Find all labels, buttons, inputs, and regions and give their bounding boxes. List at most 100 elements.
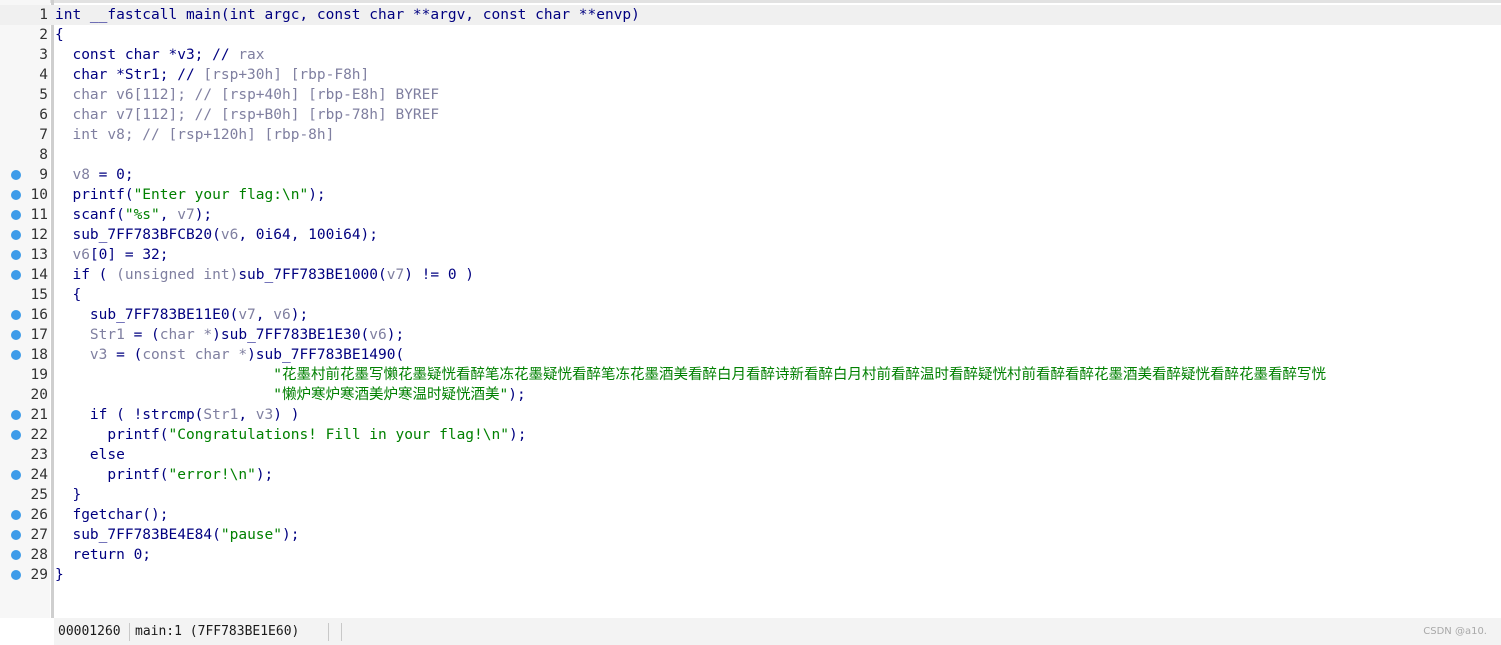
variable-token: char v7[112]; //	[55, 107, 221, 123]
string-literal: "懒炉寒炉寒酒美炉寒温时疑恍酒美"	[273, 387, 509, 403]
status-bar: 00001260 main:1 (7FF783BE1E60) CSDN @a10…	[54, 618, 1501, 645]
code-line[interactable]: 9 v8 = 0;	[0, 165, 1501, 185]
code-token: );	[255, 467, 274, 483]
line-number: 25	[30, 487, 48, 503]
status-separator	[328, 623, 329, 641]
code-line[interactable]: 15 {	[0, 285, 1501, 305]
variable-token: [rsp+40h] [rbp-E8h] BYREF	[220, 87, 440, 103]
line-number: 9	[39, 167, 48, 183]
code-line[interactable]: 16 sub_7FF783BE11E0(v7, v6);	[0, 305, 1501, 325]
code-line[interactable]: 7 int v8; // [rsp+120h] [rbp-8h]	[0, 125, 1501, 145]
variable-token: v7	[177, 207, 195, 223]
code-text: }	[55, 485, 81, 505]
line-number: 5	[39, 87, 48, 103]
code-token: }	[55, 487, 82, 503]
code-line[interactable]: 18 v3 = (const char *)sub_7FF783BE1490(	[0, 345, 1501, 365]
line-number: 20	[30, 387, 48, 403]
line-number: 21	[30, 407, 48, 423]
code-token: )sub_7FF783BE1E30(	[212, 327, 370, 343]
code-line[interactable]: 3 const char *v3; // rax	[0, 45, 1501, 65]
breakpoint-dot-icon[interactable]	[11, 310, 21, 320]
code-token: sub_7FF783BE1000(	[238, 267, 387, 283]
code-line[interactable]: 2{	[0, 25, 1501, 45]
code-text: fgetchar();	[55, 505, 169, 525]
code-token: else	[55, 447, 125, 463]
status-location: main:1 (7FF783BE1E60)	[135, 624, 300, 639]
breakpoint-dot-icon[interactable]	[11, 410, 21, 420]
code-line[interactable]: 11 scanf("%s", v7);	[0, 205, 1501, 225]
code-line[interactable]: 12 sub_7FF783BFCB20(v6, 0i64, 100i64);	[0, 225, 1501, 245]
string-literal: "pause"	[220, 527, 282, 543]
code-line[interactable]: 23 else	[0, 445, 1501, 465]
breakpoint-dot-icon[interactable]	[11, 530, 21, 540]
code-line[interactable]: 21 if ( !strcmp(Str1, v3) )	[0, 405, 1501, 425]
code-line[interactable]: 4 char *Str1; // [rsp+30h] [rbp-F8h]	[0, 65, 1501, 85]
pseudocode-view[interactable]: 1 int __fastcall main(int argc, const cha…	[0, 0, 1501, 618]
code-token: printf(	[55, 467, 169, 483]
line-number: 16	[30, 307, 48, 323]
breakpoint-dot-icon[interactable]	[11, 170, 21, 180]
breakpoint-dot-icon[interactable]	[11, 330, 21, 340]
line-number: 26	[30, 507, 48, 523]
breakpoint-dot-icon[interactable]	[11, 430, 21, 440]
code-text: scanf("%s", v7);	[55, 205, 212, 225]
code-token: );	[508, 427, 527, 443]
breakpoint-dot-icon[interactable]	[11, 270, 21, 280]
code-line[interactable]: 25 }	[0, 485, 1501, 505]
code-token: printf(	[55, 427, 169, 443]
code-token: const char *v3; //	[55, 47, 239, 63]
code-line[interactable]: 22 printf("Congratulations! Fill in your…	[0, 425, 1501, 445]
code-text: int __fastcall main(int argc, const char…	[55, 5, 640, 25]
code-line[interactable]: 26 fgetchar();	[0, 505, 1501, 525]
code-token: sub_7FF783BE4E84(	[55, 527, 221, 543]
code-line[interactable]: 6 char v7[112]; // [rsp+B0h] [rbp-78h] B…	[0, 105, 1501, 125]
breakpoint-dot-icon[interactable]	[11, 470, 21, 480]
breakpoint-dot-icon[interactable]	[11, 210, 21, 220]
code-line[interactable]: 28 return 0;	[0, 545, 1501, 565]
line-number: 22	[30, 427, 48, 443]
code-line[interactable]: 1 int __fastcall main(int argc, const cha…	[0, 5, 1501, 25]
code-text: "花墨村前花墨写懒花墨疑恍看醉笔冻花墨疑恍看醉笔冻花墨酒美看醉白月看醉诗新看醉白…	[55, 365, 1326, 385]
variable-token: rax	[238, 47, 265, 63]
code-line[interactable]: 20 "懒炉寒炉寒酒美炉寒温时疑恍酒美");	[0, 385, 1501, 405]
status-address: 00001260	[58, 624, 121, 639]
code-token: sub_7FF783BFCB20(	[55, 227, 221, 243]
code-token: if (	[55, 267, 117, 283]
code-line[interactable]: 17 Str1 = (char *)sub_7FF783BE1E30(v6);	[0, 325, 1501, 345]
code-token: printf(	[55, 187, 134, 203]
code-token: );	[386, 327, 405, 343]
variable-token: [rsp+120h] [rbp-8h]	[168, 127, 335, 143]
code-text: if ( (unsigned int)sub_7FF783BE1000(v7) …	[55, 265, 474, 285]
code-line[interactable]: 27 sub_7FF783BE4E84("pause");	[0, 525, 1501, 545]
variable-token: v8	[72, 167, 90, 183]
code-text: char *Str1; // [rsp+30h] [rbp-F8h]	[55, 65, 369, 85]
code-token: ,	[159, 207, 178, 223]
code-text: const char *v3; // rax	[55, 45, 265, 65]
breakpoint-dot-icon[interactable]	[11, 350, 21, 360]
line-number: 19	[30, 367, 48, 383]
variable-token: Str1	[55, 327, 125, 343]
breakpoint-dot-icon[interactable]	[11, 510, 21, 520]
code-line[interactable]: 29}	[0, 565, 1501, 585]
code-token: );	[290, 307, 309, 323]
variable-token: char *	[159, 327, 213, 343]
code-line[interactable]: 14 if ( (unsigned int)sub_7FF783BE1000(v…	[0, 265, 1501, 285]
code-line[interactable]: 5 char v6[112]; // [rsp+40h] [rbp-E8h] B…	[0, 85, 1501, 105]
code-token: {	[55, 287, 82, 303]
code-token: );	[281, 527, 300, 543]
code-line[interactable]: 8	[0, 145, 1501, 165]
breakpoint-dot-icon[interactable]	[11, 230, 21, 240]
breakpoint-dot-icon[interactable]	[11, 190, 21, 200]
code-line[interactable]: 10 printf("Enter your flag:\n");	[0, 185, 1501, 205]
code-token: fgetchar();	[55, 507, 169, 523]
line-number: 4	[39, 67, 48, 83]
breakpoint-dot-icon[interactable]	[11, 570, 21, 580]
code-line[interactable]: 19 "花墨村前花墨写懒花墨疑恍看醉笔冻花墨疑恍看醉笔冻花墨酒美看醉白月看醉诗新…	[0, 365, 1501, 385]
code-line[interactable]: 24 printf("error!\n");	[0, 465, 1501, 485]
breakpoint-dot-icon[interactable]	[11, 250, 21, 260]
breakpoint-dot-icon[interactable]	[11, 550, 21, 560]
code-text: sub_7FF783BE11E0(v7, v6);	[55, 305, 308, 325]
code-text: }	[55, 565, 64, 585]
code-line[interactable]: 13 v6[0] = 32;	[0, 245, 1501, 265]
